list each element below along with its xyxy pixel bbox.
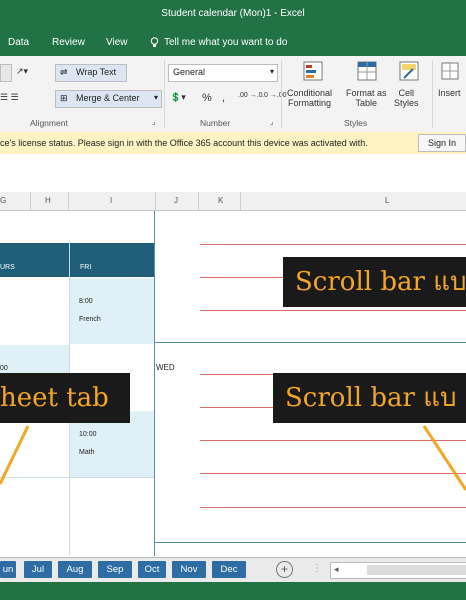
callout-scroll-bar-bottom: Scroll bar แบ: [273, 373, 466, 423]
status-bar: [0, 582, 466, 600]
scroll-left-icon[interactable]: ◂: [334, 564, 339, 575]
sheet-tab-sep[interactable]: Sep: [98, 561, 132, 578]
arrow-line: [0, 425, 30, 485]
arrow-line: [422, 425, 466, 491]
callout-sheet-tab: heet tab: [0, 373, 130, 423]
sheet-tab-bar: un Jul Aug Sep Oct Nov Dec + ⋮ ◂: [0, 557, 466, 582]
more-options-icon[interactable]: ⋮: [312, 563, 322, 574]
scrollbar-thumb[interactable]: [367, 565, 466, 575]
sheet-tab-dec[interactable]: Dec: [212, 561, 246, 578]
sheet-tab-jul[interactable]: Jul: [24, 561, 52, 578]
sheet-tab-aug[interactable]: Aug: [58, 561, 92, 578]
sheet-tab-nov[interactable]: Nov: [172, 561, 206, 578]
sheet-tab-oct[interactable]: Oct: [138, 561, 166, 578]
callout-scroll-bar-top: Scroll bar แบ: [283, 257, 466, 307]
sheet-tab-jun[interactable]: un: [0, 561, 16, 578]
horizontal-scrollbar[interactable]: ◂: [330, 562, 466, 579]
add-sheet-icon[interactable]: +: [276, 561, 293, 578]
